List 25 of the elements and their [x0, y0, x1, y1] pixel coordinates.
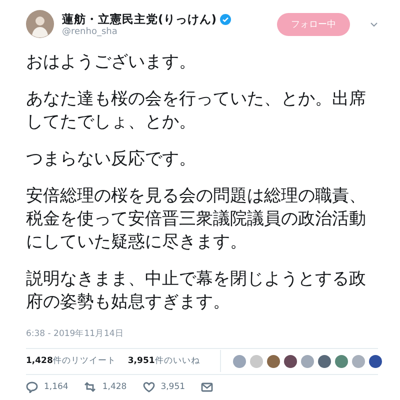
liker-avatar[interactable]	[284, 354, 297, 368]
tweet-paragraph: おはようございます。	[26, 50, 197, 74]
engagement-stat[interactable]: 1,428件のリツイート	[26, 355, 116, 368]
reply-button[interactable]: 1,164	[26, 381, 68, 394]
message-button[interactable]	[201, 381, 214, 394]
envelope-icon	[201, 381, 214, 394]
heart-icon	[142, 381, 155, 394]
timestamp: 6:38 - 2019年11月14日	[26, 328, 125, 340]
author-handle: @renho_sha	[62, 26, 118, 37]
like-button[interactable]: 3,951	[142, 381, 186, 394]
liker-avatar[interactable]	[334, 354, 348, 368]
tweet-paragraph: つまらない反応です。	[26, 148, 197, 171]
engagement-stat[interactable]: 3,951件のいいね	[128, 355, 200, 368]
tweet-paragraph: 説明なきまま、中止で幕を閉じようとする政府の姿勢も姑息すぎます。	[26, 268, 367, 314]
liker-avatar[interactable]	[368, 354, 382, 368]
avatar	[26, 10, 54, 38]
tweet-paragraph: 安倍総理の桜を見る会の問題は総理の職責、税金を使って安倍晋三衆議院議員の政治活動にしていた疑惑に尽きます。	[26, 184, 367, 254]
reply-icon	[26, 381, 38, 394]
chevron-down-icon[interactable]	[370, 22, 378, 27]
tweet-paragraph: あなた達も桜の会を行っていた、とか。出席してたでしょ、とか。	[26, 88, 367, 134]
liker-avatar[interactable]	[266, 354, 280, 368]
retweet-icon	[84, 381, 96, 394]
author-name: 蓮舫・立憲民主党(りっけん)	[62, 12, 217, 27]
retweet-button[interactable]: 1,428	[84, 381, 127, 394]
liker-avatar[interactable]	[318, 354, 331, 368]
